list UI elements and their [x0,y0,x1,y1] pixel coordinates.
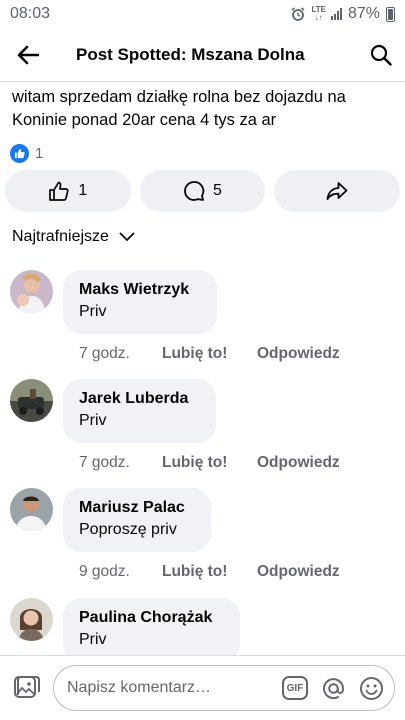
like-count: 1 [78,182,88,199]
emoji-button[interactable] [358,675,384,701]
comment-meta: 7 godz. Lubię to! Odpowiedz [79,454,340,472]
comment-reply-button[interactable]: Odpowiedz [257,454,340,472]
reactions-summary[interactable]: 1 [10,144,43,163]
comment-button[interactable]: 5 [139,170,266,212]
comment-text: Poproszę priv [79,521,177,538]
page-title: Post Spotted: Mszana Dolna [76,44,305,64]
comment-author[interactable]: Mariusz Palac [79,497,195,519]
back-button[interactable] [0,28,56,82]
avatar[interactable] [10,379,53,422]
comment-sort-dropdown[interactable]: Najtrafniejsze [12,228,135,246]
lte-icon: LTE ↓↑ [311,5,326,22]
comment-count: 5 [213,182,222,199]
comment: Maks Wietrzyk Priv 7 godz. Lubię to! Odp… [0,268,405,368]
comment-meta: 7 godz. Lubię to! Odpowiedz [79,345,340,363]
gif-icon: GIF [282,676,308,700]
post-text-line: Koninie ponad 20ar cena 4 tys za ar [12,111,277,129]
comment-time: 9 godz. [79,563,130,580]
avatar[interactable] [10,488,53,531]
top-bar: Post Spotted: Mszana Dolna [0,28,405,82]
status-time: 08:03 [10,5,51,22]
comment: Paulina Chorążak Priv [0,596,405,655]
comment: Jarek Luberda Priv 7 godz. Lubię to! Odp… [0,377,405,477]
comment-like-button[interactable]: Lubię to! [162,345,257,363]
alarm-icon [291,7,305,21]
comment-text: Priv [79,631,107,648]
chevron-down-icon [119,232,135,242]
reaction-count: 1 [35,145,44,162]
comment-time: 7 godz. [79,345,130,362]
mention-button[interactable] [320,675,346,701]
comment-bubble-icon [184,181,205,201]
like-reaction-icon [10,144,29,163]
comment-reply-button[interactable]: Odpowiedz [257,345,340,363]
comment-author[interactable]: Maks Wietrzyk [79,279,201,301]
post-text-line: witam sprzedam działkę rolna bez dojazdu… [12,88,346,106]
post-actions: 1 5 [5,170,401,212]
like-button[interactable]: 1 [5,170,131,212]
add-photo-button[interactable] [12,672,42,702]
at-icon [322,677,344,699]
status-icons: LTE ↓↑ 87% [290,5,395,23]
battery-icon [386,6,395,22]
photo-icon [14,676,40,698]
sort-label: Najtrafniejsze [12,228,109,245]
comment-text: Priv [79,412,107,429]
comment-composer: GIF [0,655,405,720]
comment-author[interactable]: Jarek Luberda [79,388,200,410]
share-button[interactable] [274,170,401,212]
post-text: witam sprzedam działkę rolna bez dojazdu… [12,86,397,132]
back-arrow-icon [17,45,39,64]
comment: Mariusz Palac Poproszę priv 9 godz. Lubi… [0,486,405,586]
battery-percent: 87% [347,5,380,22]
comment-meta: 9 godz. Lubię to! Odpowiedz [79,563,340,581]
comment-like-button[interactable]: Lubię to! [162,563,257,581]
signal-icon [330,8,342,20]
search-button[interactable] [357,28,405,82]
thumbs-up-icon [49,181,69,201]
avatar[interactable] [10,598,53,641]
comment-bubble[interactable]: Jarek Luberda Priv [63,379,216,443]
comment-input-box: GIF [53,665,395,711]
comment-text: Priv [79,303,107,320]
comment-input[interactable] [67,679,277,697]
comment-bubble[interactable]: Mariusz Palac Poproszę priv [63,488,211,552]
search-icon [370,44,392,66]
status-bar: 08:03 LTE ↓↑ 87% [0,0,405,28]
share-icon [326,182,348,200]
comment-bubble[interactable]: Paulina Chorążak Priv [63,598,240,655]
avatar[interactable] [10,270,53,313]
comment-bubble[interactable]: Maks Wietrzyk Priv [63,270,217,334]
input-icons: GIF [282,675,384,701]
gif-button[interactable]: GIF [282,675,308,701]
comment-like-button[interactable]: Lubię to! [162,454,257,472]
comment-time: 7 godz. [79,454,130,471]
comment-author[interactable]: Paulina Chorążak [79,607,224,629]
smiley-icon [359,676,383,700]
comment-reply-button[interactable]: Odpowiedz [257,563,340,581]
